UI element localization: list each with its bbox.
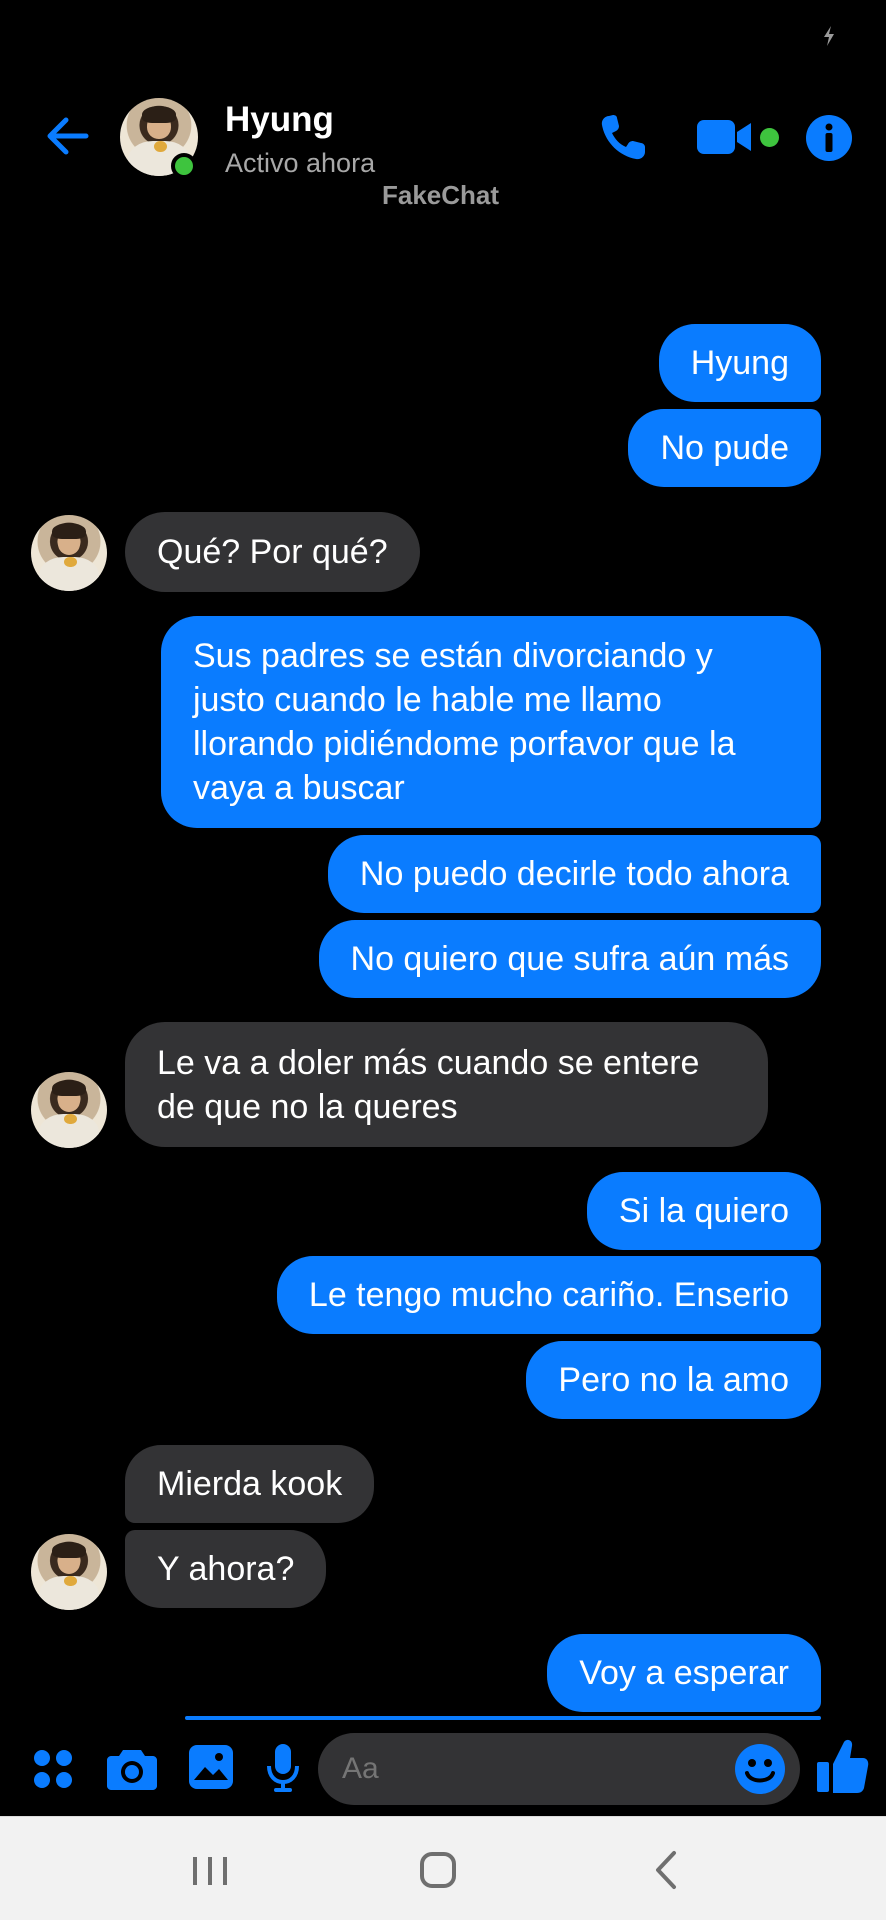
message-bubble-outgoing[interactable]: Le tengo mucho cariño. Enserio [276,1256,821,1334]
contact-avatar-small[interactable] [31,515,107,591]
chat-header: Hyung Activo ahora FakeChat [0,0,886,240]
message-bubble-incoming[interactable]: Y ahora? [125,1530,327,1608]
contact-name[interactable]: Hyung [225,100,334,140]
contact-status: Activo ahora [225,148,376,178]
message-bubble-incoming[interactable]: Qué? Por qué? [125,512,420,592]
video-active-dot [760,128,779,147]
message-bubble-outgoing[interactable]: No pude [628,409,821,487]
message-bubble-outgoing[interactable]: Si la quiero [586,1172,821,1250]
back-icon[interactable] [643,1845,693,1895]
microphone-icon[interactable] [266,1744,300,1792]
watermark: FakeChat [382,180,500,210]
message-composer[interactable] [318,1733,800,1805]
camera-icon[interactable] [107,1746,157,1790]
message-bubble-outgoing[interactable]: No puedo decirle todo ahora [327,835,821,913]
message-bubble-incoming[interactable]: Mierda kook [125,1445,375,1523]
message-bubble-outgoing[interactable]: Hyung [658,324,821,402]
home-icon[interactable] [413,1845,463,1895]
info-icon[interactable] [805,114,853,162]
thumbs-up-icon[interactable] [817,1738,869,1794]
message-bubble-outgoing[interactable]: Voy a esperar [547,1634,821,1712]
smiley-icon[interactable] [734,1743,786,1795]
back-arrow-icon[interactable] [40,110,92,162]
contact-avatar-small[interactable] [31,1534,107,1610]
contact-avatar-small[interactable] [31,1072,107,1148]
message-input[interactable] [342,1733,702,1805]
message-bubble-outgoing[interactable]: Pero no la amo [526,1341,821,1419]
message-bubble-outgoing[interactable]: Sus padres se están divorciando y justo … [161,616,821,828]
message-bubble-outgoing[interactable]: No quiero que sufra aún más [318,920,821,998]
online-status-dot [171,153,197,179]
image-icon[interactable] [188,1744,234,1790]
video-camera-icon[interactable] [695,116,755,158]
four-dots-icon[interactable] [32,1748,74,1790]
phone-icon[interactable] [595,110,651,166]
system-navigation-bar [0,1816,886,1920]
recent-apps-icon[interactable] [185,1845,235,1895]
message-bubble-incoming[interactable]: Le va a doler más cuando se entere de qu… [125,1022,768,1147]
